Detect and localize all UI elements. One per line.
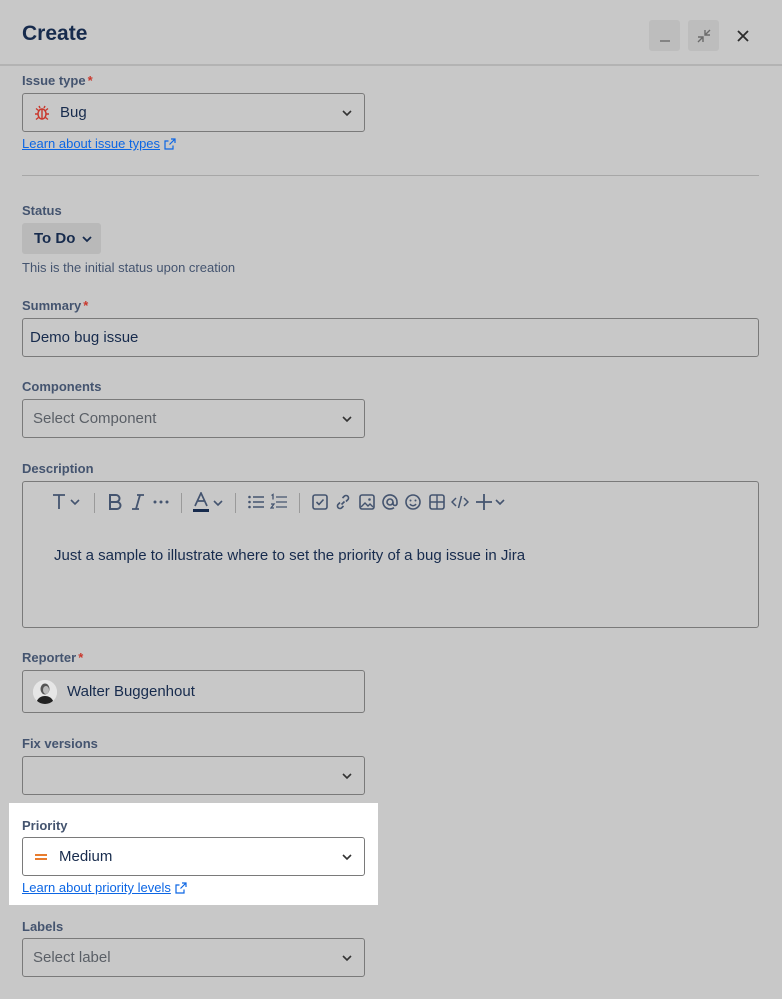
priority-label: Priority xyxy=(22,818,68,833)
close-button[interactable] xyxy=(727,20,758,51)
mention-icon[interactable] xyxy=(381,492,399,512)
more-icon[interactable] xyxy=(152,492,170,512)
issue-type-label-text: Issue type xyxy=(22,73,86,88)
learn-priority-levels-text: Learn about priority levels xyxy=(22,880,171,895)
modal-title: Create xyxy=(22,22,88,45)
status-label: Status xyxy=(22,203,62,218)
link-icon[interactable] xyxy=(334,492,352,512)
chevron-down-icon xyxy=(342,773,352,780)
code-icon[interactable] xyxy=(451,492,469,512)
bullet-list-icon[interactable] xyxy=(247,492,265,512)
close-icon xyxy=(736,29,749,42)
status-dropdown-button[interactable]: To Do xyxy=(22,223,101,254)
fix-versions-label: Fix versions xyxy=(22,736,98,751)
minimize-button[interactable] xyxy=(649,20,680,51)
description-label: Description xyxy=(22,461,94,476)
chevron-down-icon xyxy=(342,416,352,423)
learn-issue-types-text: Learn about issue types xyxy=(22,136,161,151)
insert-icon[interactable] xyxy=(475,492,509,512)
image-icon[interactable] xyxy=(358,492,376,512)
bold-icon[interactable] xyxy=(106,492,124,512)
toolbar-separator xyxy=(235,493,236,513)
modal-header: Create xyxy=(0,0,782,66)
issue-type-label: Issue type * xyxy=(22,73,93,88)
priority-select[interactable]: Medium xyxy=(22,837,365,876)
priority-highlight-panel: Priority Medium Learn about priority lev… xyxy=(9,803,378,905)
issue-type-select[interactable]: Bug xyxy=(22,93,365,132)
text-color-icon[interactable] xyxy=(192,492,226,514)
required-marker: * xyxy=(87,73,93,88)
collapse-icon xyxy=(697,29,710,42)
components-placeholder: Select Component xyxy=(33,410,157,427)
reporter-value: Walter Buggenhout xyxy=(67,683,195,700)
priority-medium-icon xyxy=(35,853,47,860)
components-label: Components xyxy=(22,379,102,394)
minimize-icon xyxy=(659,39,670,42)
summary-input[interactable]: Demo bug issue xyxy=(22,318,759,357)
toolbar-separator xyxy=(181,493,182,513)
numbered-list-icon[interactable] xyxy=(270,492,288,512)
checkbox-icon[interactable] xyxy=(311,492,329,512)
avatar xyxy=(33,679,57,704)
reporter-select[interactable]: Walter Buggenhout xyxy=(22,670,365,713)
toolbar-separator xyxy=(94,493,95,513)
italic-icon[interactable] xyxy=(129,492,147,512)
summary-label-text: Summary xyxy=(22,298,82,313)
reporter-label: Reporter * xyxy=(22,650,83,665)
learn-issue-types-link[interactable]: Learn about issue types xyxy=(22,136,176,151)
chevron-down-icon xyxy=(82,235,93,242)
external-link-icon xyxy=(175,881,187,894)
learn-priority-levels-link[interactable]: Learn about priority levels xyxy=(22,880,187,895)
chevron-down-icon xyxy=(342,955,352,962)
labels-label: Labels xyxy=(22,919,64,934)
toolbar-separator xyxy=(299,493,300,513)
table-icon[interactable] xyxy=(428,492,446,512)
summary-label: Summary * xyxy=(22,298,88,313)
editor-toolbar xyxy=(23,482,758,522)
section-divider xyxy=(22,175,759,176)
labels-placeholder: Select label xyxy=(33,949,111,966)
bug-icon xyxy=(35,105,49,120)
external-link-icon xyxy=(164,137,176,150)
fix-versions-select[interactable] xyxy=(22,756,365,795)
status-value: To Do xyxy=(34,230,76,247)
collapse-button[interactable] xyxy=(688,20,719,51)
priority-value: Medium xyxy=(59,848,113,865)
labels-select[interactable]: Select label xyxy=(22,938,365,977)
status-helper-text: This is the initial status upon creation xyxy=(22,260,236,275)
required-marker: * xyxy=(78,650,84,665)
issue-type-value: Bug xyxy=(60,104,87,121)
chevron-down-icon xyxy=(342,110,352,117)
user-avatar-icon xyxy=(33,679,57,704)
description-text[interactable]: Just a sample to illustrate where to set… xyxy=(54,547,525,564)
components-select[interactable]: Select Component xyxy=(22,399,365,438)
description-editor[interactable]: Just a sample to illustrate where to set… xyxy=(22,481,759,628)
emoji-icon[interactable] xyxy=(404,492,422,512)
chevron-down-icon xyxy=(342,854,352,861)
required-marker: * xyxy=(83,298,89,313)
text-style-icon[interactable] xyxy=(50,492,86,512)
summary-value: Demo bug issue xyxy=(30,329,139,346)
reporter-label-text: Reporter xyxy=(22,650,77,665)
